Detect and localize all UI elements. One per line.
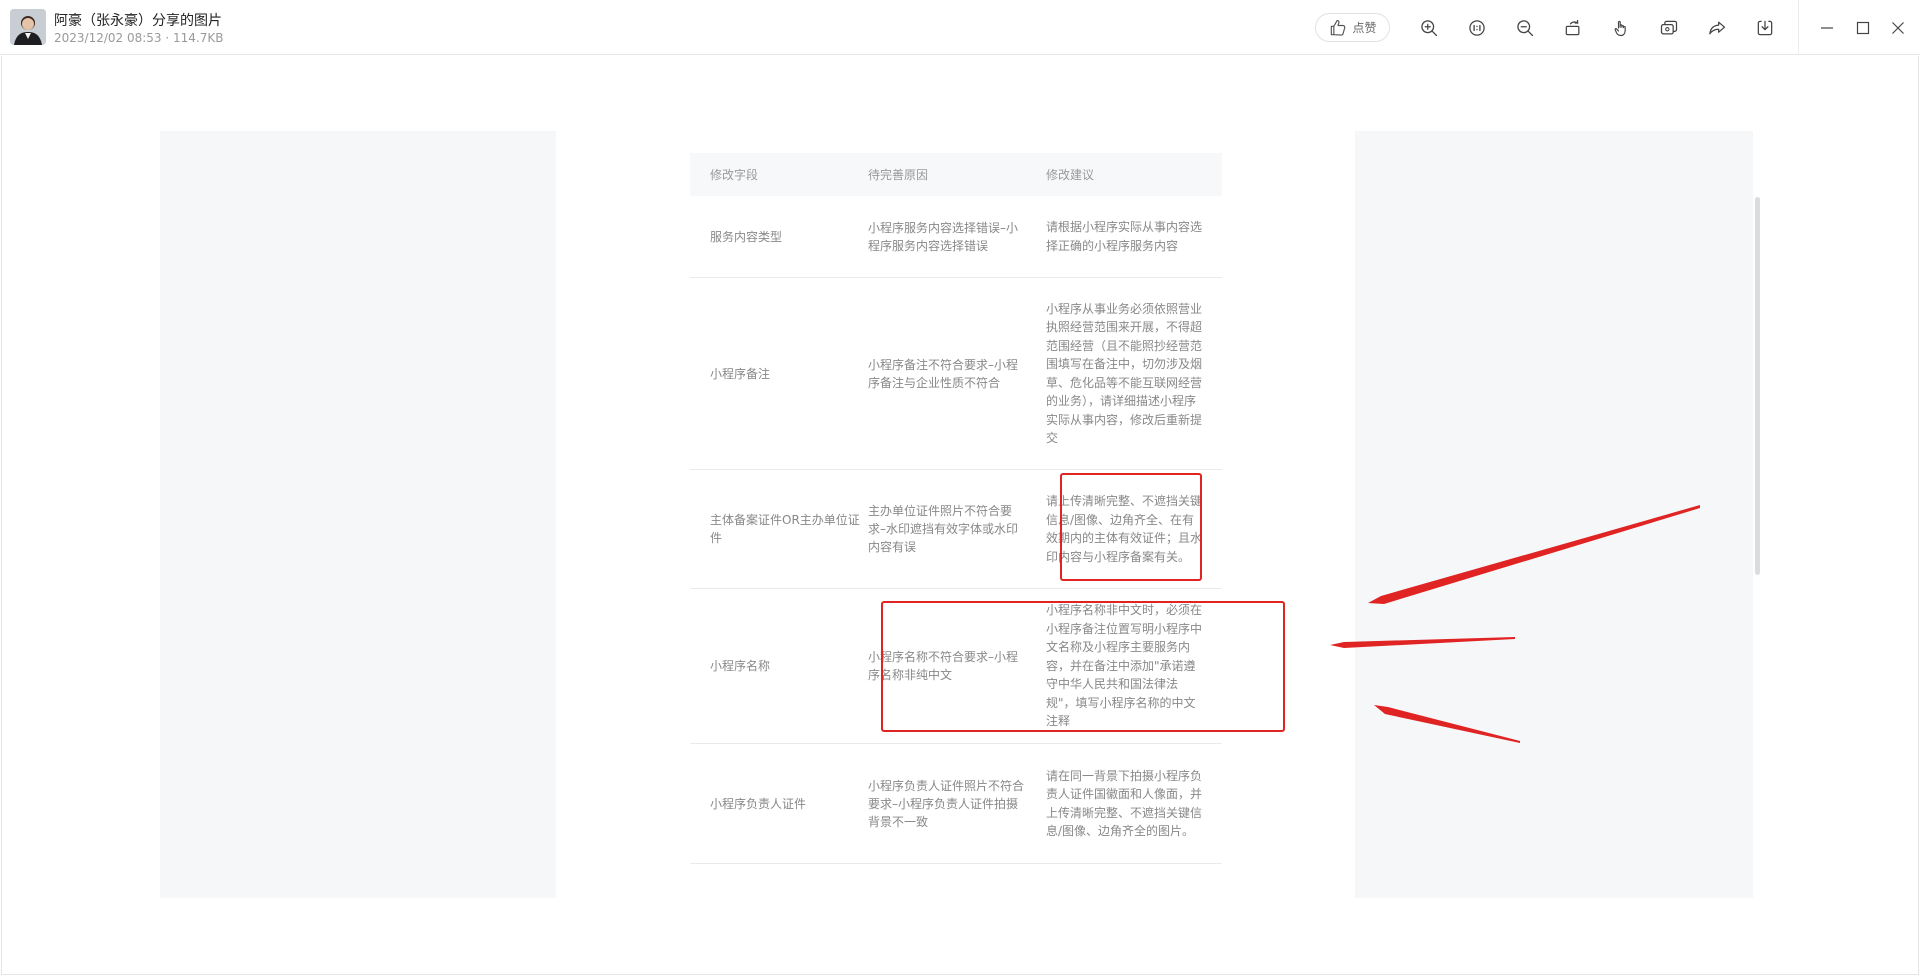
hand-button[interactable] — [1609, 16, 1633, 40]
highlight-box-suggestion — [1060, 473, 1202, 581]
vertical-scrollbar[interactable] — [1755, 197, 1760, 575]
actual-size-icon — [1469, 20, 1485, 36]
share-icon — [1709, 21, 1726, 35]
copy-button[interactable] — [1657, 16, 1681, 40]
maximize-icon — [1856, 21, 1870, 35]
cell-field: 主体备案证件OR主办单位证件 — [710, 513, 860, 545]
avatar-icon — [10, 9, 46, 45]
minimize-button[interactable] — [1815, 16, 1839, 40]
avatar — [10, 9, 46, 45]
like-label: 点赞 — [1352, 21, 1377, 35]
download-button[interactable] — [1753, 16, 1777, 40]
cell-reason: 小程序备注不符合要求–小程序备注与企业性质不符合 — [868, 357, 1019, 390]
share-button[interactable] — [1705, 16, 1729, 40]
cell-field: 服务内容类型 — [710, 229, 783, 244]
table-row: 服务内容类型 小程序服务内容选择错误–小程序服务内容选择错误 请根据小程序实际从… — [690, 196, 1222, 278]
table-row: 小程序备注 小程序备注不符合要求–小程序备注与企业性质不符合 小程序从事业务必须… — [690, 278, 1222, 470]
cell-suggestion: 小程序从事业务必须依照营业执照经营范围来开展，不得超范围经营（且不能照抄经营范围… — [1046, 301, 1203, 446]
image-panel-right — [1355, 131, 1753, 898]
table-header: 修改字段 待完善原因 修改建议 — [690, 153, 1222, 196]
like-button[interactable]: 点赞 — [1315, 13, 1390, 42]
zoom-in-icon — [1421, 20, 1438, 37]
thumbs-up-icon — [1331, 19, 1346, 36]
window-subtitle: 2023/12/02 08:53 · 114.7KB — [54, 31, 224, 45]
header-field: 修改字段 — [710, 167, 759, 182]
close-button[interactable] — [1886, 16, 1910, 40]
header-suggestion: 修改建议 — [1046, 167, 1095, 182]
zoom-out-icon — [1517, 20, 1534, 37]
close-icon — [1892, 22, 1904, 34]
cell-field: 小程序负责人证件 — [710, 796, 807, 811]
cell-suggestion: 请根据小程序实际从事内容选择正确的小程序服务内容 — [1046, 220, 1203, 253]
zoom-in-button[interactable] — [1417, 16, 1441, 40]
copy-icon — [1660, 20, 1678, 35]
cell-reason: 小程序服务内容选择错误–小程序服务内容选择错误 — [868, 220, 1019, 253]
cell-field: 小程序备注 — [710, 366, 771, 381]
maximize-button[interactable] — [1851, 16, 1875, 40]
table-row: 小程序负责人证件 小程序负责人证件照片不符合要求–小程序负责人证件拍摄背景不一致… — [690, 744, 1222, 864]
title-bar: 阿豪（张永豪）分享的图片 2023/12/02 08:53 · 114.7KB … — [0, 0, 1920, 55]
zoom-out-button[interactable] — [1513, 16, 1537, 40]
header-reason: 待完善原因 — [868, 167, 929, 182]
rotate-button[interactable] — [1561, 16, 1585, 40]
cell-field: 小程序名称 — [710, 659, 771, 673]
image-panel-left — [160, 131, 556, 898]
window-title: 阿豪（张永豪）分享的图片 — [54, 13, 222, 29]
cell-suggestion: 请在同一背景下拍摄小程序负责人证件国徽面和人像面，并上传清晰完整、不遮挡关键信息… — [1046, 768, 1203, 839]
hand-icon — [1614, 20, 1626, 37]
toolbar-divider — [1798, 0, 1799, 54]
minimize-icon — [1821, 27, 1833, 29]
download-icon — [1757, 20, 1773, 36]
cell-reason: 主办单位证件照片不符合要求–水印遮挡有效字体或水印内容有误 — [868, 504, 1019, 554]
actual-size-button[interactable] — [1465, 16, 1489, 40]
rotate-icon — [1565, 19, 1580, 36]
highlight-box-name-row — [881, 601, 1285, 732]
cell-reason: 小程序负责人证件照片不符合要求–小程序负责人证件拍摄背景不一致 — [868, 778, 1025, 829]
